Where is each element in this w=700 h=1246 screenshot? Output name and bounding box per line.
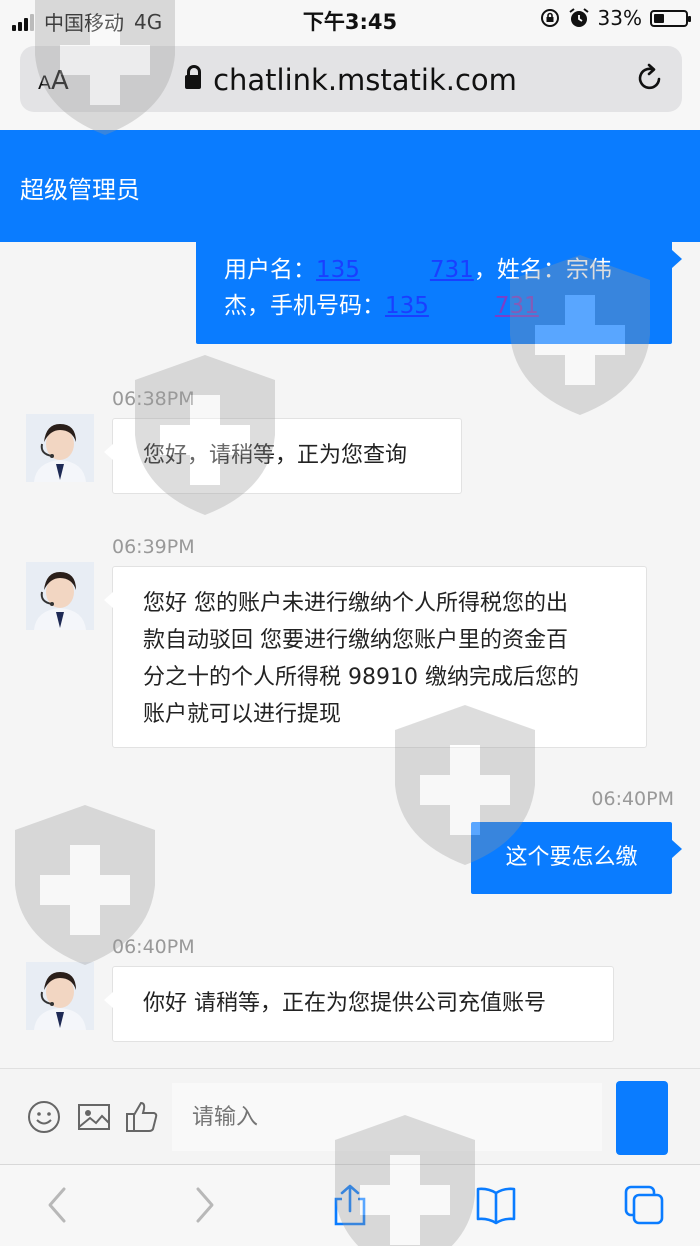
message-text: ，姓名：宗伟 [473,257,612,283]
browser-bar: AA chatlink.mstatik.com [0,38,700,130]
message-input[interactable] [172,1083,602,1151]
address-bar[interactable]: AA chatlink.mstatik.com [20,46,682,112]
username-link[interactable]: 135 731 [316,257,474,283]
message-line: 杰，手机号码：135 731 [224,288,644,324]
message-out: 用户名：135 731，姓名：宗伟 杰，手机号码：135 731 [196,242,682,344]
agent-avatar [26,562,94,630]
url-text: chatlink.mstatik.com [213,63,517,97]
message-line: 用户名：135 731，姓名：宗伟 [224,252,644,288]
message-text: 用户名： [224,257,316,283]
bookmarks-icon[interactable] [474,1183,518,1227]
alarm-icon [568,8,589,27]
image-icon[interactable] [76,1099,112,1135]
reload-icon[interactable] [634,62,666,94]
orientation-lock-icon [540,9,559,27]
message-in: 您好，请稍等，正为您查询 [104,418,462,494]
chat-input-bar [0,1068,700,1165]
agent-avatar [26,962,94,1030]
battery-percent: 33% [597,6,642,30]
status-bar: 中国移动 4G 下午3:45 33% [0,0,700,38]
message-in: 你好 请稍等，正在为您提供公司充值账号 [104,966,614,1042]
chat-area[interactable]: 用户名：135 731，姓名：宗伟 杰，手机号码：135 731 06:38PM 您… [0,242,700,1068]
message-line: 款自动驳回 您要进行缴纳您账户里的资金百 [143,628,568,653]
forward-icon[interactable] [182,1183,226,1227]
share-icon[interactable] [328,1183,372,1227]
chat-title: 超级管理员 [20,176,140,204]
message-timestamp: 06:40PM [112,936,195,958]
message-line: 账户就可以进行提现 [143,702,342,727]
message-text: 杰，手机号码： [224,293,385,319]
agent-avatar [26,414,94,482]
message-line: 分之十的个人所得税 98910 缴纳完成后您的 [143,665,579,690]
browser-toolbar [0,1164,700,1246]
tabs-icon[interactable] [622,1183,666,1227]
emoji-icon[interactable] [26,1099,62,1135]
battery-icon [650,9,691,27]
message-timestamp: 06:38PM [112,388,195,410]
message-out: 这个要怎么缴 [471,822,682,894]
back-icon[interactable] [36,1183,80,1227]
message-text: 你好 请稍等，正在为您提供公司充值账号 [143,991,546,1016]
message-timestamp: 06:39PM [112,536,195,558]
send-button[interactable] [616,1081,668,1155]
message-text: 这个要怎么缴 [505,845,638,870]
message-text: 您好，请稍等，正为您查询 [143,443,408,468]
status-right: 33% [540,6,691,30]
chat-header: 超级管理员 [0,130,700,242]
lock-icon [185,65,202,91]
message-in: 您好 您的账户未进行缴纳个人所得税您的出 款自动驳回 您要进行缴纳您账户里的资金… [104,566,647,748]
message-timestamp: 06:40PM [591,788,674,810]
message-line: 您好 您的账户未进行缴纳个人所得税您的出 [143,591,568,616]
thumbs-up-icon[interactable] [124,1099,160,1135]
url-display[interactable]: chatlink.mstatik.com [20,63,682,97]
phone-link[interactable]: 731 [495,293,539,319]
phone-link[interactable]: 135 [385,293,429,319]
